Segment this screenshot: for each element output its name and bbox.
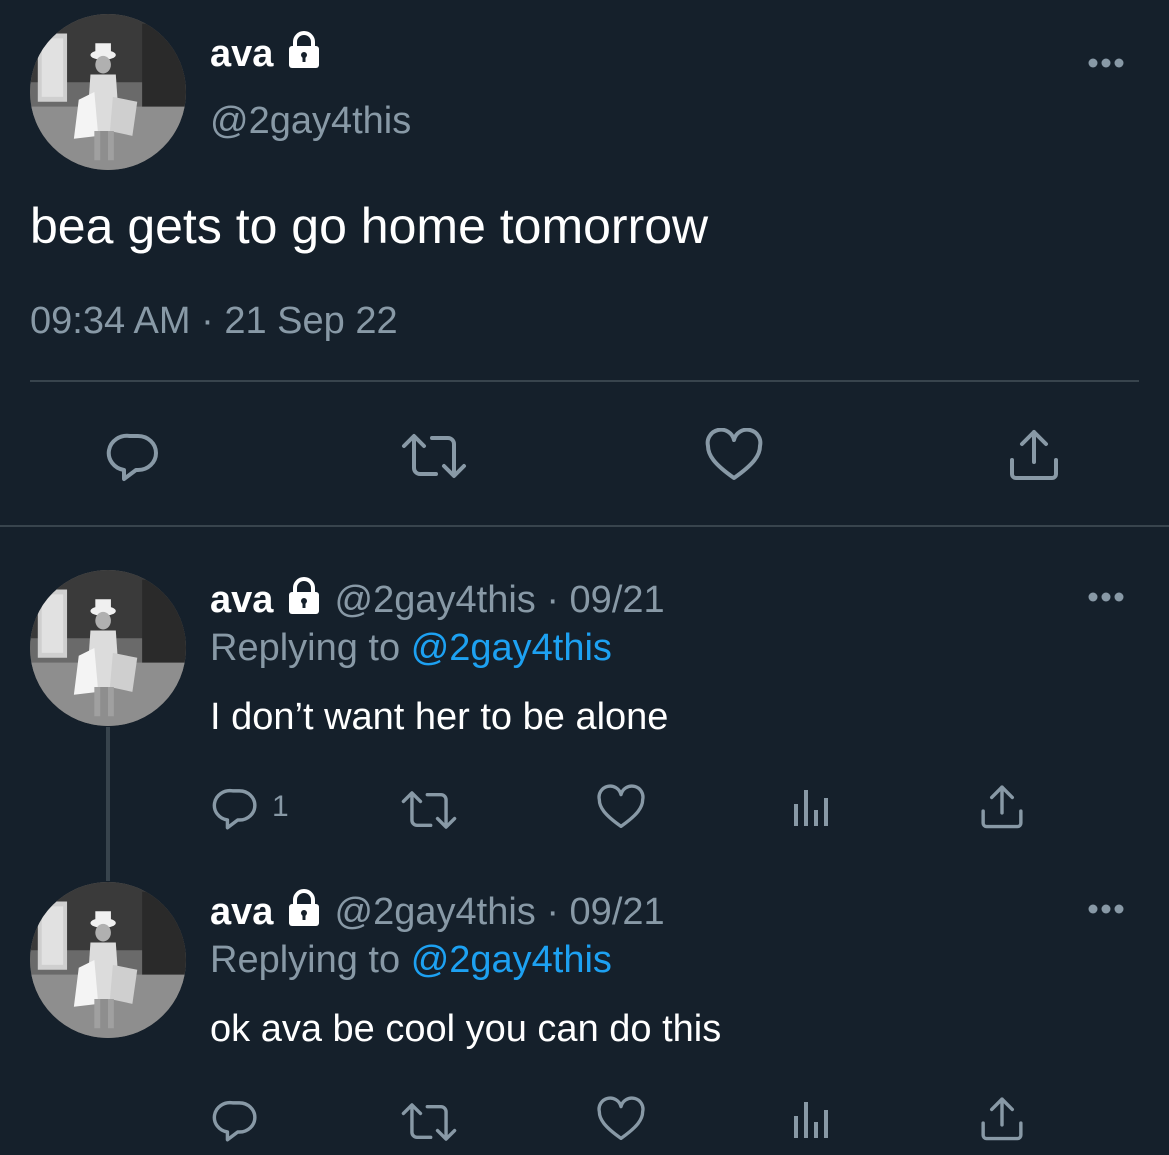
reply-header[interactable]: ava @2gay4this · 09/21 [210,576,665,627]
author-name: ava [210,33,274,75]
mention-link[interactable]: @2gay4this [411,939,612,981]
retweet-icon[interactable] [400,1098,458,1146]
analytics-icon[interactable] [790,786,834,830]
more-options-icon[interactable] [1086,902,1126,916]
tweet-text: bea gets to go home tomorrow [30,198,709,254]
reply-icon[interactable] [212,1096,260,1144]
lock-icon [284,576,324,627]
more-options-icon[interactable] [1086,590,1126,604]
author-handle[interactable]: @2gay4this [210,98,411,144]
avatar[interactable] [30,882,186,1038]
reply-meta: @2gay4this · 09/21 [334,579,665,621]
like-icon[interactable] [704,428,764,484]
avatar[interactable] [30,570,186,726]
author-name: ava [210,579,274,621]
share-icon[interactable] [1006,426,1062,482]
avatar[interactable] [30,14,186,170]
tweet-author[interactable]: ava [210,30,324,82]
reply-count: 1 [272,790,289,823]
replying-to: Replying to @2gay4this [210,937,612,983]
reply-icon[interactable] [106,428,162,484]
divider [30,380,1139,382]
reply-icon[interactable] [212,784,260,832]
mention-link[interactable]: @2gay4this [411,627,612,669]
retweet-icon[interactable] [400,428,468,484]
lock-icon [284,30,324,82]
reply-text: I don’t want her to be alone [210,696,669,738]
author-name: ava [210,891,274,933]
reply-meta: @2gay4this · 09/21 [334,891,665,933]
tweet-timestamp[interactable]: 09:34 AM · 21 Sep 22 [30,298,398,344]
more-options-icon[interactable] [1086,56,1126,70]
retweet-icon[interactable] [400,786,458,834]
analytics-icon[interactable] [790,1098,834,1142]
share-icon[interactable] [978,1094,1026,1142]
like-icon[interactable] [596,784,646,832]
like-icon[interactable] [596,1096,646,1144]
lock-icon [284,888,324,939]
section-divider [0,525,1169,527]
replying-label: Replying to [210,939,401,981]
reply-text: ok ava be cool you can do this [210,1008,722,1050]
replying-label: Replying to [210,627,401,669]
replying-to: Replying to @2gay4this [210,625,612,671]
reply-header[interactable]: ava @2gay4this · 09/21 [210,888,665,939]
share-icon[interactable] [978,782,1026,830]
thread-line [106,727,110,881]
